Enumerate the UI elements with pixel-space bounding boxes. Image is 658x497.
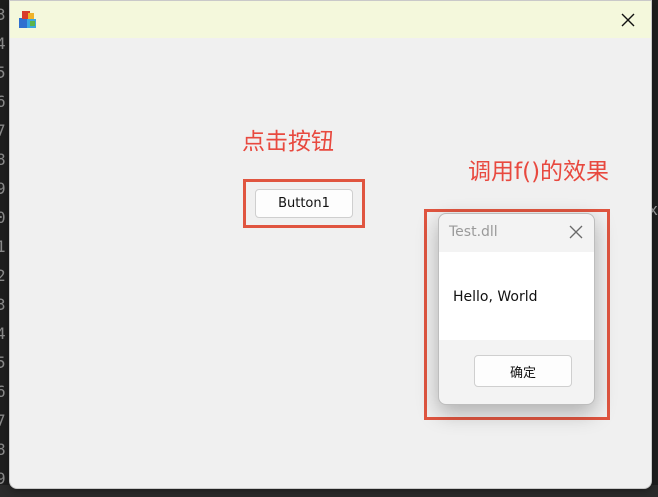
- button1[interactable]: Button1: [255, 189, 353, 218]
- ok-button[interactable]: 确定: [474, 355, 572, 387]
- title-bar[interactable]: [10, 1, 651, 38]
- app-window-icon: [19, 11, 36, 28]
- close-icon[interactable]: [568, 224, 584, 240]
- close-icon: [621, 13, 635, 26]
- annotation-call-effect: 调用f()的效果: [468, 159, 610, 185]
- dialog-title: Test.dll: [449, 224, 498, 240]
- window-close-button[interactable]: [605, 1, 651, 38]
- dialog-message: Hello, World: [453, 289, 538, 305]
- message-box-dialog: Test.dll Hello, World 确定: [438, 213, 595, 405]
- annotation-click-button: 点击按钮: [242, 129, 334, 155]
- dialog-message-area: Hello, World: [439, 252, 594, 340]
